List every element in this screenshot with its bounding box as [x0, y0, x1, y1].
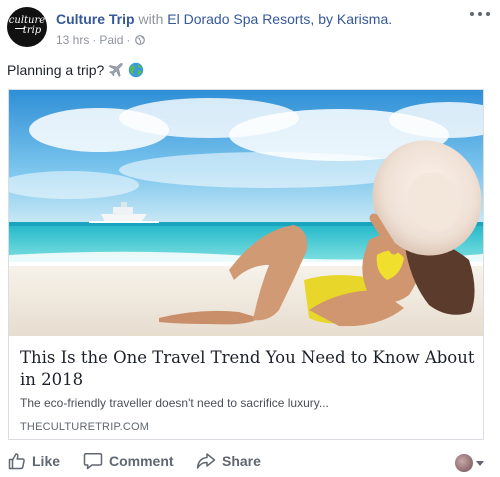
post-meta: 13 hrs · Paid ·	[56, 33, 146, 47]
comment-bubble-icon	[83, 453, 103, 470]
comment-label: Comment	[109, 453, 174, 469]
beach-photo-icon	[9, 90, 483, 336]
globe-icon[interactable]	[135, 35, 146, 45]
feed-post: culture trip Culture Trip with El Dorado…	[0, 0, 500, 477]
chevron-down-icon[interactable]	[476, 461, 484, 466]
comment-button[interactable]: Comment	[83, 452, 174, 470]
with-text: with	[134, 11, 168, 27]
post-message-text: Planning a trip?	[7, 62, 105, 78]
globe-earth-icon	[129, 62, 144, 78]
avatar-logo-text-2: trip	[22, 25, 42, 36]
post-message: Planning a trip?	[7, 61, 144, 79]
airplane-icon	[108, 63, 124, 78]
link-preview-body[interactable]: This Is the One Travel Trend You Need to…	[9, 336, 483, 439]
viewer-avatar[interactable]	[455, 454, 473, 472]
more-options-button[interactable]	[470, 8, 490, 20]
partner-link[interactable]: El Dorado Spa Resorts, by Karisma.	[167, 11, 392, 27]
share-label: Share	[222, 453, 261, 469]
timestamp-link[interactable]: 13 hrs	[56, 33, 89, 47]
post-actions-bar: Like Comment Share	[0, 448, 500, 476]
more-dot-icon	[478, 12, 482, 16]
link-preview-image[interactable]	[9, 90, 483, 336]
like-label: Like	[32, 453, 61, 469]
share-button[interactable]: Share	[196, 452, 261, 470]
thumbs-up-icon	[8, 453, 25, 470]
link-domain: THECULTURETRIP.COM	[20, 421, 150, 433]
link-description: The eco-friendly traveller doesn't need …	[20, 396, 329, 410]
more-dot-icon	[470, 12, 474, 16]
post-header: Culture Trip with El Dorado Spa Resorts,…	[56, 10, 392, 28]
link-title[interactable]: This Is the One Travel Trend You Need to…	[20, 347, 475, 391]
more-dot-icon	[486, 12, 490, 16]
meta-separator: ·	[92, 33, 97, 47]
link-preview-card[interactable]: This Is the One Travel Trend You Need to…	[8, 89, 484, 440]
share-arrow-icon	[196, 453, 216, 469]
meta-separator-2: ·	[126, 33, 131, 47]
page-avatar[interactable]: culture trip	[7, 7, 47, 47]
like-button[interactable]: Like	[8, 452, 60, 470]
page-name-link[interactable]: Culture Trip	[56, 11, 135, 27]
paid-label: Paid	[99, 33, 124, 47]
